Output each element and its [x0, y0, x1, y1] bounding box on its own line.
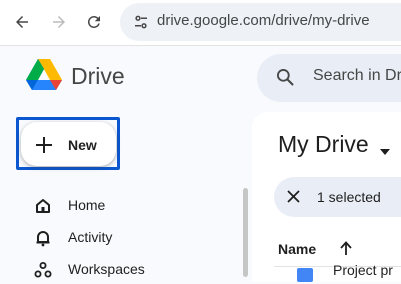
caret-down-icon[interactable] [380, 142, 390, 155]
google-drive-logo[interactable] [26, 59, 62, 92]
close-icon[interactable] [287, 190, 300, 203]
app-title: Drive [71, 63, 125, 89]
reload-icon[interactable] [80, 8, 108, 36]
url-text[interactable]: drive.google.com/drive/my-drive [157, 12, 370, 29]
sidebar-item-workspaces[interactable]: Workspaces [26, 256, 226, 284]
plus-icon [35, 136, 53, 154]
sidebar-item-label: Activity [68, 229, 113, 245]
new-button-label: New [68, 137, 97, 153]
sidebar-item-label: Home [68, 197, 106, 213]
table-row[interactable]: Project pr [333, 262, 393, 278]
search-icon[interactable] [275, 67, 295, 87]
bell-icon [34, 229, 52, 247]
forward-arrow-icon[interactable] [45, 8, 73, 36]
back-arrow-icon[interactable] [8, 8, 36, 36]
tune-icon[interactable] [130, 11, 152, 33]
home-icon [34, 197, 52, 215]
arrow-up-icon[interactable] [339, 240, 353, 256]
page-title[interactable]: My Drive [278, 131, 369, 158]
sidebar-item-home[interactable]: Home [26, 192, 226, 220]
sidebar-item-activity[interactable]: Activity [26, 224, 226, 252]
workspaces-icon [34, 261, 52, 279]
selection-count: 1 selected [317, 189, 381, 205]
sidebar-item-label: Workspaces [68, 261, 145, 277]
file-icon [297, 268, 313, 282]
column-header-name[interactable]: Name [278, 241, 316, 257]
sidebar-scrollbar[interactable] [243, 188, 248, 277]
search-input[interactable]: Search in Dr [313, 67, 401, 85]
